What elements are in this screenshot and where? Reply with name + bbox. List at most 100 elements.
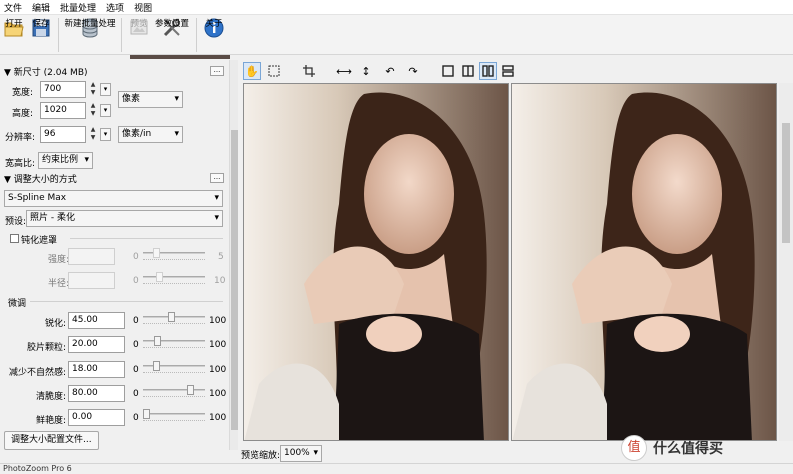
settings-label: 参数设置 xyxy=(154,19,189,29)
fine-tune-slider[interactable] xyxy=(143,361,205,373)
radius-slider[interactable] xyxy=(143,272,205,284)
preview-scrollbar[interactable] xyxy=(779,83,793,441)
menu-edit[interactable]: 编辑 xyxy=(32,1,50,14)
height-unit-menu[interactable]: ▾ xyxy=(100,104,111,117)
marquee-tool-icon[interactable] xyxy=(265,62,283,80)
unsharp-mask-checkbox[interactable] xyxy=(10,234,19,243)
resize-method-header[interactable]: ▼ 调整大小的方式 xyxy=(4,172,77,185)
split-view-icon[interactable] xyxy=(459,62,477,80)
menu-options[interactable]: 选项 xyxy=(106,1,124,14)
unsharp-mask-label: 钝化遮罩 xyxy=(21,236,58,246)
preview-label: 预览 xyxy=(130,19,148,29)
resolution-input[interactable]: 96 xyxy=(40,126,86,143)
rotate-left-icon[interactable]: ↶ xyxy=(381,62,399,80)
hand-tool-icon[interactable]: ✋ xyxy=(243,62,261,80)
crop-icon[interactable] xyxy=(300,62,318,80)
status-bar: PhotoZoom Pro 6 xyxy=(0,463,793,474)
resolution-unit-select[interactable]: 像素/in xyxy=(118,126,183,143)
aspect-select[interactable]: 约束比例 xyxy=(38,152,93,169)
width-label: 宽度: xyxy=(12,88,34,98)
fine-tune-max: 100 xyxy=(209,316,227,326)
toolbar-separator xyxy=(196,18,197,52)
preview-button[interactable]: 预览 xyxy=(126,15,152,55)
divider xyxy=(70,238,223,239)
toolbar-separator xyxy=(58,18,59,52)
fine-tune-input[interactable]: 0.00 xyxy=(68,409,125,426)
menu-bar: 文件 编辑 批量处理 选项 视图 xyxy=(0,0,793,15)
open-button[interactable]: 打开 xyxy=(0,15,28,55)
fine-tune-input[interactable]: 45.00 xyxy=(68,312,125,329)
new-batch-label: 新建批量处理 xyxy=(64,19,116,29)
width-spinner[interactable]: ▲ ▼ xyxy=(89,81,97,98)
height-spinner[interactable]: ▲ ▼ xyxy=(89,102,97,119)
size-unit-select[interactable]: 像素 xyxy=(118,91,183,108)
slider-knob[interactable] xyxy=(168,312,175,322)
slider-knob[interactable] xyxy=(153,361,160,371)
fine-tune-label: 鲜艳度: xyxy=(35,416,66,426)
strength-max: 5 xyxy=(218,252,224,262)
menu-batch[interactable]: 批量处理 xyxy=(60,1,96,14)
height-label: 高度: xyxy=(12,109,34,119)
resized-image-pane[interactable] xyxy=(511,83,777,441)
fine-tune-slider[interactable] xyxy=(143,385,205,397)
method-select[interactable]: S-Spline Max xyxy=(4,190,223,207)
slider-knob[interactable] xyxy=(187,385,194,395)
save-label: 保存 xyxy=(32,19,50,29)
stacked-view-icon[interactable] xyxy=(499,62,517,80)
fine-tune-slider[interactable] xyxy=(143,336,205,348)
settings-scrollbar[interactable] xyxy=(229,60,238,450)
flip-horizontal-icon[interactable]: ⟷ xyxy=(335,62,353,80)
fine-tune-min: 0 xyxy=(133,340,139,350)
original-image-pane[interactable] xyxy=(243,83,509,441)
width-input[interactable]: 700 xyxy=(40,81,86,98)
fine-tune-input[interactable]: 20.00 xyxy=(68,336,125,353)
settings-button[interactable]: 参数设置 xyxy=(152,15,192,55)
preset-select[interactable]: 照片 - 柔化 xyxy=(26,210,223,227)
resolution-label: 分辨率: xyxy=(5,133,36,143)
new-batch-button[interactable]: 新建批量处理 xyxy=(63,15,117,55)
save-button[interactable]: 保存 xyxy=(28,15,54,55)
watermark-text: 什么值得买 xyxy=(653,441,723,457)
new-size-header[interactable]: ▼ 新尺寸 (2.04 MB) xyxy=(4,65,88,78)
slider-knob[interactable] xyxy=(154,336,161,346)
radius-min: 0 xyxy=(133,276,139,286)
menu-view[interactable]: 视图 xyxy=(134,1,152,14)
new-size-more-button[interactable]: ... xyxy=(210,66,224,76)
fine-tune-max: 100 xyxy=(209,365,227,375)
strength-input[interactable] xyxy=(68,248,115,265)
height-input[interactable]: 1020 xyxy=(40,102,86,119)
resolution-spinner[interactable]: ▲ ▼ xyxy=(89,126,97,143)
resolution-unit-menu[interactable]: ▾ xyxy=(100,128,111,141)
rotate-right-icon[interactable]: ↷ xyxy=(404,62,422,80)
fine-tune-input[interactable]: 80.00 xyxy=(68,385,125,402)
single-view-icon[interactable] xyxy=(439,62,457,80)
strength-label: 强度: xyxy=(48,255,70,265)
fine-tune-slider[interactable] xyxy=(143,312,205,324)
open-label: 打开 xyxy=(5,19,23,29)
divider xyxy=(30,301,223,302)
fine-tune-label: 胶片颗粒: xyxy=(26,343,66,353)
fine-tune-slider[interactable] xyxy=(143,409,205,421)
watermark-logo-icon: 值 xyxy=(621,435,647,461)
fine-tune-max: 100 xyxy=(209,413,227,423)
radius-max: 10 xyxy=(214,276,226,286)
strength-min: 0 xyxy=(133,252,139,262)
resize-method-more-button[interactable]: ... xyxy=(210,173,224,183)
about-label: 关于 xyxy=(205,19,223,29)
radius-input[interactable] xyxy=(68,272,115,289)
preset-label: 预设: xyxy=(5,217,27,227)
fine-tune-min: 0 xyxy=(133,389,139,399)
settings-panel: ▼ 新尺寸 (2.04 MB) ... 宽度: 700 ▲ ▼ ▾ 高度: 102… xyxy=(0,59,238,463)
width-unit-menu[interactable]: ▾ xyxy=(100,83,111,96)
side-by-side-view-icon[interactable] xyxy=(479,62,497,80)
flip-vertical-icon[interactable]: ↕ xyxy=(357,62,375,80)
fine-tune-input[interactable]: 18.00 xyxy=(68,361,125,378)
fine-tune-label: 锐化: xyxy=(44,319,66,329)
strength-slider[interactable] xyxy=(143,248,205,260)
menu-file[interactable]: 文件 xyxy=(4,1,22,14)
slider-knob[interactable] xyxy=(143,409,150,419)
zoom-select[interactable]: 100% xyxy=(280,445,322,462)
zoom-label: 预览缩放: xyxy=(241,451,281,461)
about-button[interactable]: 关于 xyxy=(201,15,227,55)
resize-profile-button[interactable]: 调整大小配置文件... xyxy=(4,431,99,450)
